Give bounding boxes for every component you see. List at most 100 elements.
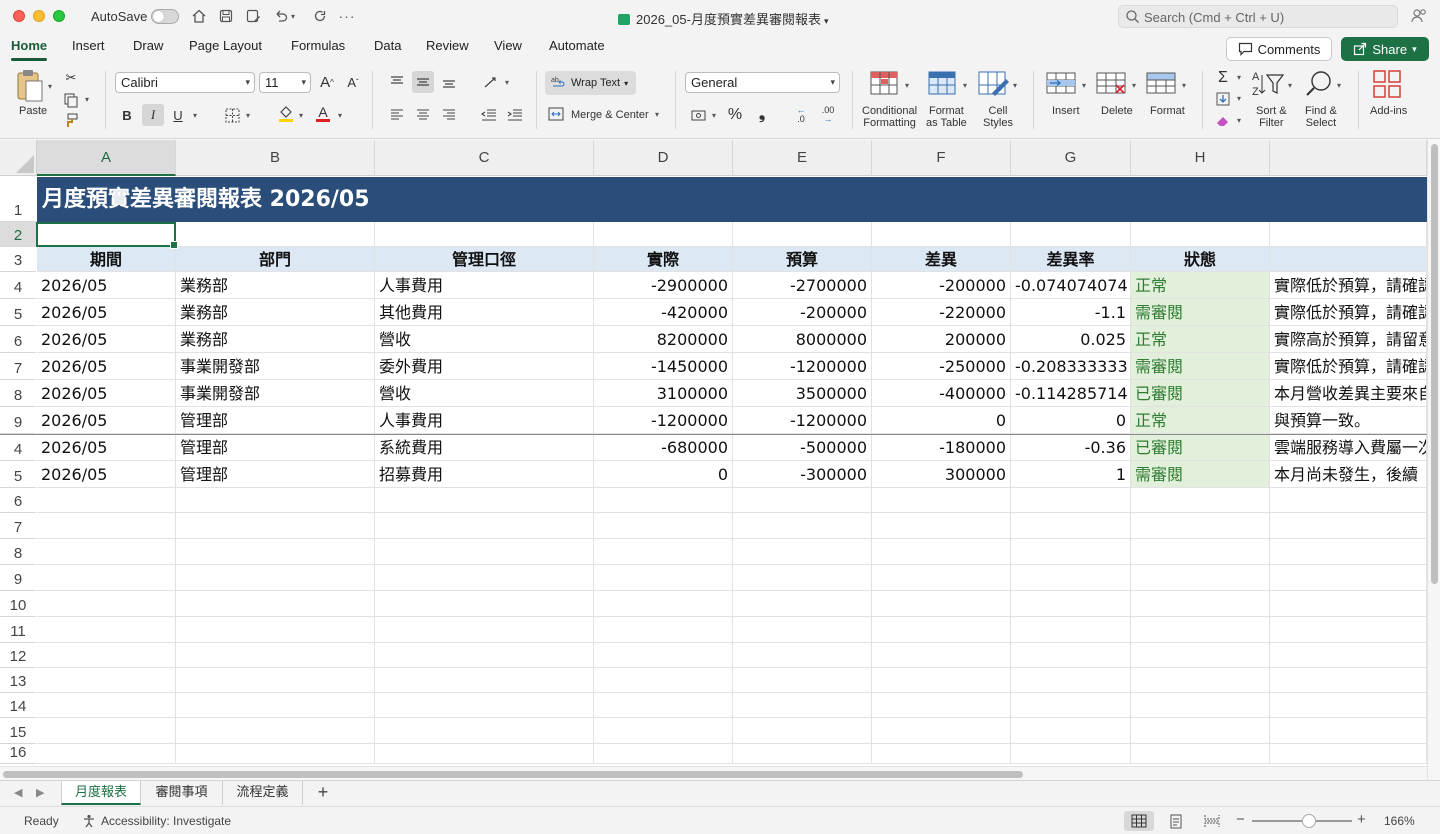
- empty-cell[interactable]: [1131, 488, 1270, 513]
- table-cell[interactable]: -2900000: [594, 272, 733, 299]
- sort-filter-icon[interactable]: AZ: [1252, 69, 1286, 102]
- active-cell-selection[interactable]: [36, 222, 178, 249]
- empty-cell[interactable]: [1270, 668, 1427, 693]
- empty-cell[interactable]: [733, 668, 872, 693]
- empty-cell[interactable]: [594, 693, 733, 718]
- empty-cell[interactable]: [176, 718, 375, 744]
- empty-cell[interactable]: [1270, 617, 1427, 643]
- tab-formulas[interactable]: Formulas: [291, 38, 345, 60]
- column-header-i[interactable]: [1270, 140, 1427, 176]
- empty-cell[interactable]: [1270, 539, 1427, 565]
- row-header[interactable]: 6: [0, 326, 36, 353]
- empty-cell[interactable]: [176, 513, 375, 539]
- column-header-c[interactable]: C: [375, 140, 594, 176]
- search-box[interactable]: [1118, 5, 1398, 28]
- status-cell[interactable]: 正常: [1131, 326, 1270, 353]
- tab-data[interactable]: Data: [374, 38, 401, 60]
- insert-dropdown-icon[interactable]: ▾: [1082, 81, 1086, 90]
- table-cell[interactable]: -1200000: [733, 353, 872, 380]
- tab-home[interactable]: Home: [11, 38, 48, 61]
- table-cell[interactable]: 2026/05: [37, 299, 176, 326]
- status-cell[interactable]: 需審閱: [1131, 353, 1270, 380]
- empty-cell[interactable]: [1270, 513, 1427, 539]
- empty-cell[interactable]: [872, 617, 1011, 643]
- empty-cell[interactable]: [375, 565, 594, 591]
- row-header[interactable]: 2: [0, 222, 36, 247]
- empty-cell[interactable]: [733, 718, 872, 744]
- header-category[interactable]: 管理口徑: [375, 247, 594, 272]
- find-select-icon[interactable]: [1304, 69, 1334, 102]
- row-header[interactable]: 5: [0, 461, 36, 488]
- table-cell[interactable]: 業務部: [176, 326, 375, 353]
- table-cell[interactable]: 300000: [872, 461, 1011, 488]
- column-header-f[interactable]: F: [872, 140, 1011, 176]
- header-period[interactable]: 期間: [37, 247, 176, 272]
- table-cell[interactable]: 3100000: [594, 380, 733, 407]
- column-header-b[interactable]: B: [176, 140, 375, 176]
- zoom-slider-thumb[interactable]: [1302, 814, 1316, 828]
- empty-cell[interactable]: [872, 222, 1011, 247]
- add-ins-icon[interactable]: [1372, 69, 1402, 102]
- empty-cell[interactable]: [1270, 643, 1427, 668]
- empty-cell[interactable]: [733, 591, 872, 617]
- empty-cell[interactable]: [375, 513, 594, 539]
- table-cell[interactable]: 本月尚未發生，後續: [1270, 461, 1427, 488]
- table-cell[interactable]: -200000: [872, 272, 1011, 299]
- table-cell[interactable]: 管理部: [176, 407, 375, 434]
- copy-dropdown-icon[interactable]: ▾: [85, 95, 89, 104]
- empty-cell[interactable]: [733, 565, 872, 591]
- empty-cell[interactable]: [1011, 668, 1131, 693]
- spreadsheet-grid[interactable]: A B C D E F G H 1 2 3 4 5 6 7 8 9 4 5 6 7 8 9 10 11 12 13 1…: [0, 140, 1427, 766]
- clear-dropdown-icon[interactable]: ▾: [1237, 116, 1241, 125]
- status-cell[interactable]: 正常: [1131, 407, 1270, 434]
- empty-cell[interactable]: [375, 693, 594, 718]
- table-cell[interactable]: 管理部: [176, 434, 375, 461]
- table-cell[interactable]: 管理部: [176, 461, 375, 488]
- row-header[interactable]: 8: [0, 380, 36, 407]
- row-header[interactable]: 14: [0, 693, 36, 718]
- empty-cell[interactable]: [594, 488, 733, 513]
- empty-cell[interactable]: [1131, 539, 1270, 565]
- table-cell[interactable]: 實際低於預算，請確認: [1270, 299, 1427, 326]
- empty-cell[interactable]: [375, 539, 594, 565]
- empty-cell[interactable]: [1131, 693, 1270, 718]
- empty-cell[interactable]: [872, 643, 1011, 668]
- empty-cell[interactable]: [37, 718, 176, 744]
- tab-insert[interactable]: Insert: [72, 38, 105, 60]
- table-cell[interactable]: -1200000: [594, 407, 733, 434]
- font-color-dropdown-icon[interactable]: ▾: [338, 111, 342, 120]
- empty-cell[interactable]: [1131, 222, 1270, 247]
- empty-cell[interactable]: [37, 643, 176, 668]
- empty-cell[interactable]: [1270, 222, 1427, 247]
- empty-cell[interactable]: [375, 222, 594, 247]
- previous-sheet-icon[interactable]: ◀: [14, 786, 22, 799]
- empty-cell[interactable]: [594, 565, 733, 591]
- empty-cell[interactable]: [1270, 693, 1427, 718]
- empty-cell[interactable]: [594, 718, 733, 744]
- table-cell[interactable]: 8200000: [594, 326, 733, 353]
- fill-color-dropdown-icon[interactable]: ▾: [299, 111, 303, 120]
- row-header[interactable]: 3: [0, 247, 36, 272]
- empty-cell[interactable]: [872, 591, 1011, 617]
- table-cell[interactable]: 業務部: [176, 272, 375, 299]
- table-cell[interactable]: 實際低於預算，請確認: [1270, 353, 1427, 380]
- table-cell[interactable]: -500000: [733, 434, 872, 461]
- table-cell[interactable]: 人事費用: [375, 272, 594, 299]
- row-header[interactable]: 4: [0, 434, 36, 461]
- table-cell[interactable]: 1: [1011, 461, 1131, 488]
- table-cell[interactable]: 雲端服務導入費屬一次: [1270, 434, 1427, 461]
- vertical-scroll-thumb[interactable]: [1431, 144, 1438, 584]
- row-header[interactable]: 1: [0, 176, 36, 222]
- column-header-e[interactable]: E: [733, 140, 872, 176]
- number-format-dropdown[interactable]: General ▾: [685, 72, 840, 93]
- comments-button[interactable]: Comments: [1226, 37, 1332, 61]
- table-cell[interactable]: 3500000: [733, 380, 872, 407]
- paste-icon[interactable]: [15, 69, 45, 105]
- table-cell[interactable]: 業務部: [176, 299, 375, 326]
- column-header-g[interactable]: G: [1011, 140, 1131, 176]
- row-header[interactable]: 10: [0, 591, 36, 617]
- table-cell[interactable]: -420000: [594, 299, 733, 326]
- row-header[interactable]: 8: [0, 539, 36, 565]
- redo-icon[interactable]: [310, 6, 330, 26]
- align-center-icon[interactable]: [412, 104, 434, 126]
